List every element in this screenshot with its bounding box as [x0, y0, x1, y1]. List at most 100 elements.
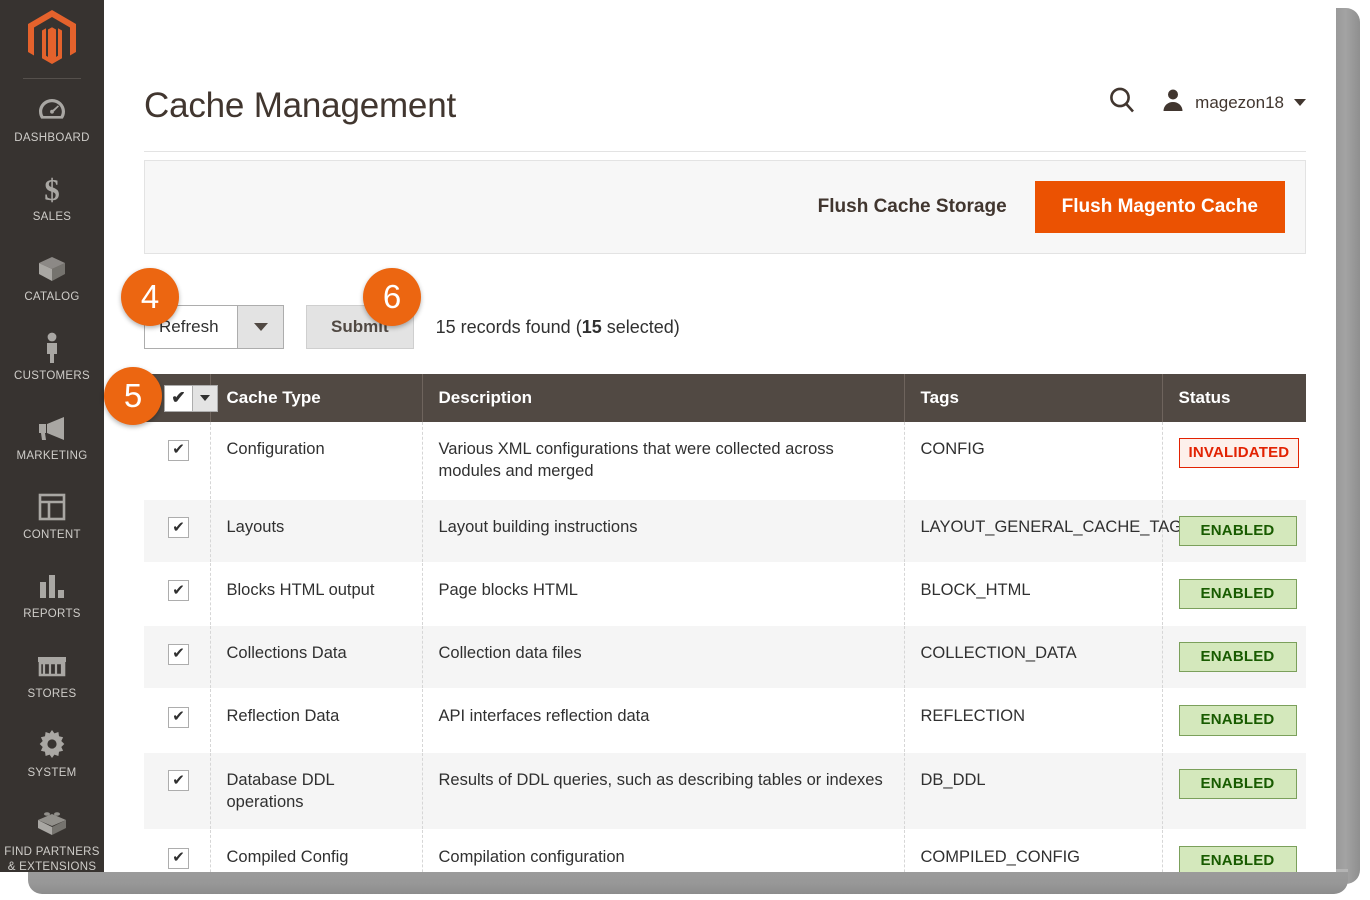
- row-cache-type: Configuration: [210, 422, 422, 499]
- table-row[interactable]: ✔ConfigurationVarious XML configurations…: [144, 422, 1306, 499]
- grid-head: ✔ Cache Type Description Tags Status: [144, 374, 1306, 422]
- status-badge: ENABLED: [1179, 705, 1297, 735]
- annotation-badge-4: 4: [121, 268, 179, 326]
- sidebar-item-label: CUSTOMERS: [4, 369, 100, 383]
- row-select-cell[interactable]: ✔: [144, 689, 210, 752]
- row-description: Page blocks HTML: [422, 562, 904, 625]
- gauge-icon: [4, 93, 100, 127]
- row-checkbox[interactable]: ✔: [168, 440, 189, 461]
- row-checkbox[interactable]: ✔: [168, 644, 189, 665]
- sidebar-item-label: CONTENT: [4, 528, 100, 542]
- column-header-tags[interactable]: Tags: [904, 374, 1162, 422]
- megaphone-icon: [4, 411, 100, 445]
- row-checkbox[interactable]: ✔: [168, 770, 189, 791]
- table-row[interactable]: ✔Reflection DataAPI interfaces reflectio…: [144, 689, 1306, 752]
- sidebar-item-content[interactable]: CONTENT: [0, 476, 104, 555]
- bar-chart-icon: [4, 569, 100, 603]
- select-all-checkbox-group[interactable]: ✔: [164, 385, 218, 412]
- row-select-cell[interactable]: ✔: [144, 499, 210, 562]
- status-badge: ENABLED: [1179, 846, 1297, 872]
- flush-cache-storage-button[interactable]: Flush Cache Storage: [814, 186, 1011, 228]
- grid-header-row: ✔ Cache Type Description Tags Status: [144, 374, 1306, 422]
- row-status-cell: ENABLED: [1162, 689, 1306, 752]
- row-select-cell[interactable]: ✔: [144, 626, 210, 689]
- flush-magento-cache-button[interactable]: Flush Magento Cache: [1035, 181, 1285, 233]
- table-row[interactable]: ✔ Compiled ConfigCompilation configuratio…: [144, 830, 1306, 872]
- svg-text:$: $: [44, 173, 60, 205]
- row-cache-type: Reflection Data: [210, 689, 422, 752]
- status-badge: ENABLED: [1179, 516, 1297, 546]
- row-select-cell[interactable]: ✔: [144, 562, 210, 625]
- sidebar-item-reports[interactable]: REPORTS: [0, 555, 104, 634]
- chevron-down-icon[interactable]: [237, 306, 283, 348]
- row-cache-type: Layouts: [210, 499, 422, 562]
- device-frame: DASHBOARD $ SALES CATAL: [0, 0, 1370, 900]
- sidebar-item-stores[interactable]: STORES: [0, 635, 104, 714]
- row-checkbox[interactable]: ✔: [168, 707, 189, 728]
- user-avatar-icon: [1161, 88, 1185, 117]
- row-checkbox[interactable]: ✔: [168, 517, 189, 538]
- row-cache-type: Blocks HTML output: [210, 562, 422, 625]
- row-tags: COMPILED_CONFIG: [904, 830, 1162, 872]
- lego-brick-icon: [4, 807, 100, 841]
- column-header-status[interactable]: Status: [1162, 374, 1306, 422]
- sidebar-item-catalog[interactable]: CATALOG: [0, 238, 104, 317]
- row-select-cell[interactable]: ✔: [144, 752, 210, 830]
- header-actions: magezon18: [1107, 85, 1306, 126]
- row-description: Layout building instructions: [422, 499, 904, 562]
- device-bezel-right: [1336, 8, 1360, 884]
- row-description: Collection data files: [422, 626, 904, 689]
- chevron-down-icon[interactable]: [192, 386, 217, 411]
- sidebar-item-label: DASHBOARD: [4, 131, 100, 145]
- user-name: magezon18: [1195, 93, 1284, 113]
- magento-logo-icon: [26, 9, 78, 65]
- sidebar-item-system[interactable]: SYSTEM: [0, 714, 104, 793]
- sidebar-item-customers[interactable]: CUSTOMERS: [0, 317, 104, 396]
- row-cache-type: Collections Data: [210, 626, 422, 689]
- records-found-suffix: selected): [602, 317, 680, 337]
- chevron-down-icon: [1294, 99, 1306, 106]
- status-badge: ENABLED: [1179, 579, 1297, 609]
- cache-action-bar: Flush Cache Storage Flush Magento Cache: [144, 160, 1306, 254]
- row-checkbox[interactable]: ✔: [168, 580, 189, 601]
- row-checkbox[interactable]: ✔: [168, 848, 189, 869]
- records-found-prefix: 15 records found (: [436, 317, 582, 337]
- sidebar-item-sales[interactable]: $ SALES: [0, 158, 104, 237]
- sidebar-item-label: STORES: [4, 687, 100, 701]
- row-status-cell: INVALIDATED: [1162, 422, 1306, 499]
- sidebar-item-marketing[interactable]: MARKETING: [0, 397, 104, 476]
- status-badge: ENABLED: [1179, 642, 1297, 672]
- row-select-cell[interactable]: ✔: [144, 830, 210, 872]
- row-tags: REFLECTION: [904, 689, 1162, 752]
- table-row[interactable]: ✔ Database DDL operationsResults of DDL q…: [144, 752, 1306, 830]
- records-selected-count: 15: [582, 317, 602, 337]
- search-icon[interactable]: [1107, 85, 1137, 120]
- sidebar-item-find-partners-extensions[interactable]: FIND PARTNERS & EXTENSIONS: [0, 793, 104, 872]
- row-cache-type: Database DDL operations: [210, 752, 422, 830]
- main-content: Cache Management: [104, 0, 1336, 872]
- layout-icon: [4, 490, 100, 524]
- row-tags: DB_DDL: [904, 752, 1162, 830]
- sidebar-item-label: FIND PARTNERS & EXTENSIONS: [4, 845, 100, 872]
- table-row[interactable]: ✔Blocks HTML outputPage blocks HTMLBLOCK…: [144, 562, 1306, 625]
- sidebar-item-label: SYSTEM: [4, 766, 100, 780]
- table-row[interactable]: ✔ LayoutsLayout building instructionsLAYO…: [144, 499, 1306, 562]
- page-header: Cache Management: [144, 60, 1306, 152]
- row-cache-type: Compiled Config: [210, 830, 422, 872]
- sidebar-item-dashboard[interactable]: DASHBOARD: [0, 79, 104, 158]
- magento-logo[interactable]: [0, 0, 104, 74]
- column-header-cache-type[interactable]: Cache Type: [210, 374, 422, 422]
- user-menu[interactable]: magezon18: [1161, 88, 1306, 117]
- row-description: Results of DDL queries, such as describi…: [422, 752, 904, 830]
- grid-body: ✔ConfigurationVarious XML configurations…: [144, 422, 1306, 872]
- column-header-description[interactable]: Description: [422, 374, 904, 422]
- row-select-cell[interactable]: ✔: [144, 422, 210, 499]
- table-row[interactable]: ✔Collections DataCollection data filesCO…: [144, 626, 1306, 689]
- row-tags: LAYOUT_GENERAL_CACHE_TAG: [904, 499, 1162, 562]
- select-all-checkbox[interactable]: ✔: [165, 386, 192, 411]
- sidebar-item-label: CATALOG: [4, 290, 100, 304]
- annotation-badge-6: 6: [363, 268, 421, 326]
- row-status-cell: ENABLED: [1162, 499, 1306, 562]
- row-description: Compilation configuration: [422, 830, 904, 872]
- sidebar-item-label: REPORTS: [4, 607, 100, 621]
